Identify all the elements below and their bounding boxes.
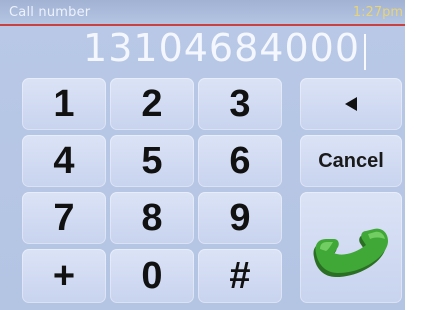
key-4-label: 4 [53,140,75,182]
key-6[interactable]: 6 [198,135,282,187]
key-6-label: 6 [229,140,251,182]
key-5[interactable]: 5 [110,135,194,187]
key-3-label: 3 [229,83,251,125]
key-3[interactable]: 3 [198,78,282,130]
screen-title: Call number [9,5,91,20]
key-2-label: 2 [141,83,163,125]
key-0[interactable]: 0 [110,249,194,303]
key-hash[interactable]: # [198,249,282,303]
call-button[interactable] [300,192,402,303]
key-7-label: 7 [53,197,75,239]
key-7[interactable]: 7 [22,192,106,244]
key-0-label: 0 [141,255,163,297]
key-1-label: 1 [53,83,75,125]
key-hash-label: # [229,255,251,297]
dialer-screen: Call number 1:27pm 13104684000 1 2 3 4 5… [0,0,405,310]
key-plus[interactable]: + [22,249,106,303]
key-8-label: 8 [141,197,163,239]
key-1[interactable]: 1 [22,78,106,130]
clock-time: 1:27pm [352,5,403,20]
key-4[interactable]: 4 [22,135,106,187]
text-cursor [364,34,366,70]
key-2[interactable]: 2 [110,78,194,130]
dialed-number-field[interactable]: 13104684000 [0,24,400,72]
key-plus-label: + [52,255,76,297]
key-9[interactable]: 9 [198,192,282,244]
key-8[interactable]: 8 [110,192,194,244]
key-5-label: 5 [141,140,163,182]
key-9-label: 9 [229,197,251,239]
cancel-label: Cancel [318,149,384,172]
status-bar: Call number 1:27pm [0,0,405,24]
backspace-button[interactable] [300,78,402,130]
phone-handset-icon [313,228,388,277]
backspace-arrow-icon [345,97,357,111]
cancel-button[interactable]: Cancel [300,135,402,187]
